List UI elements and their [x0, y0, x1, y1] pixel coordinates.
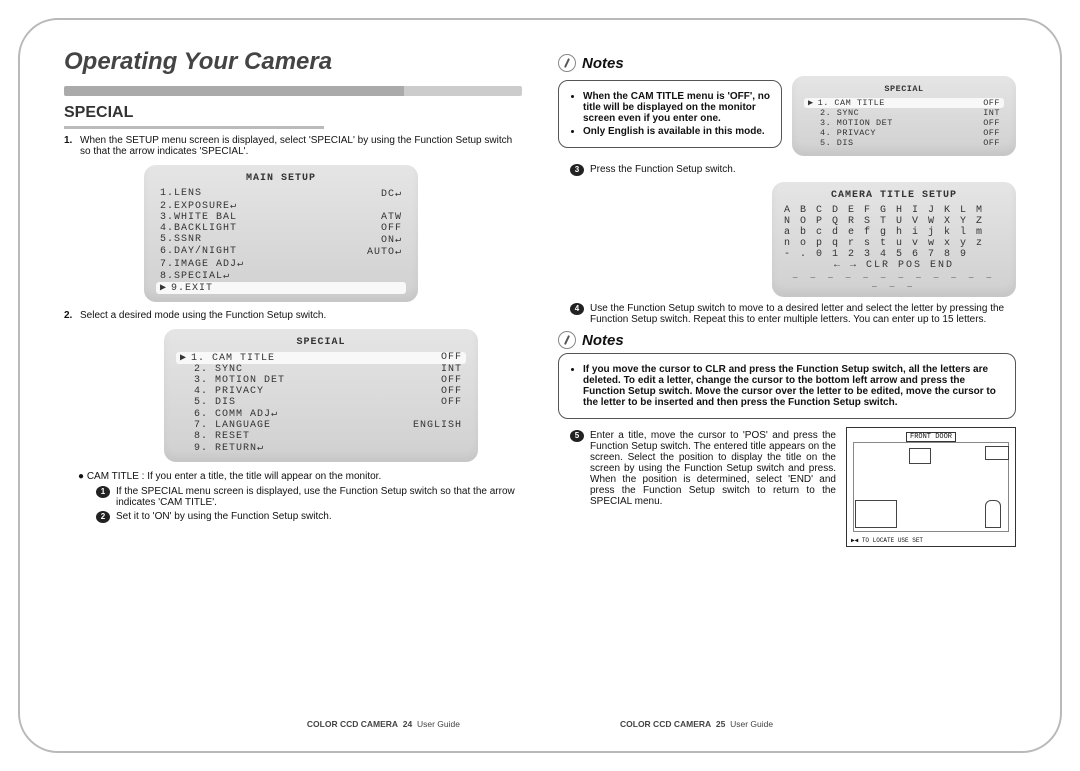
- content: Operating Your Camera SPECIAL 1. When th…: [20, 20, 1060, 751]
- room-desk-icon: [855, 500, 897, 528]
- right-column: Notes When the CAM TITLE menu is 'OFF', …: [558, 48, 1016, 735]
- step5-row: 5Enter a title, move the cursor to 'POS'…: [558, 427, 1016, 547]
- notes-header-top: Notes: [558, 54, 1016, 72]
- section-rule: [64, 126, 324, 129]
- step1-text: When the SETUP menu screen is displayed,…: [80, 135, 522, 157]
- cam-title-lead: ● CAM TITLE : If you enter a title, the …: [78, 470, 522, 483]
- osd-main-setup: MAIN SETUP 1.LENSDC↵ 2.EXPOSURE↵ 3.WHITE…: [144, 165, 418, 302]
- room-label: FRONT DOOR: [906, 432, 956, 442]
- notes-box-mid: If you move the cursor to CLR and press …: [558, 353, 1016, 419]
- sub-step-4: 4Use the Function Setup switch to move t…: [570, 303, 1016, 325]
- osd-special-mini: SPECIAL 1. CAM TITLEOFF 2. SYNCINT 3. MO…: [792, 76, 1016, 156]
- step2-text: Select a desired mode using the Function…: [80, 310, 326, 321]
- room-bottom-text: ▶◀ TO LOCATE USE SET: [851, 537, 923, 544]
- sub-step-1: 1If the SPECIAL menu screen is displayed…: [96, 486, 522, 508]
- notes-box-top: When the CAM TITLE menu is 'OFF', no tit…: [558, 80, 782, 148]
- room-illustration: FRONT DOOR ▶◀ TO LOCATE USE SET: [846, 427, 1016, 547]
- page-border: Operating Your Camera SPECIAL 1. When th…: [18, 18, 1062, 753]
- chapter-title: Operating Your Camera: [64, 48, 522, 76]
- room-person-icon: [985, 500, 1001, 528]
- section-title: SPECIAL: [64, 104, 522, 122]
- sub-step-3: 3Press the Function Setup switch.: [570, 164, 1016, 176]
- osd-camera-title-setup: CAMERA TITLE SETUP A B C D E F G H I J K…: [772, 182, 1016, 297]
- pin-icon: [558, 54, 576, 72]
- step-2: 2. Select a desired mode using the Funct…: [64, 310, 522, 321]
- osd-special-menu: SPECIAL 1. CAM TITLEOFF 2. SYNCINT 3. MO…: [164, 329, 478, 462]
- pin-icon: [558, 331, 576, 349]
- sub-step-2: 2Set it to 'ON' by using the Function Se…: [96, 511, 522, 523]
- chapter-rule: [64, 86, 522, 96]
- step-1: 1. When the SETUP menu screen is display…: [64, 135, 522, 157]
- notes-top-row: When the CAM TITLE menu is 'OFF', no tit…: [558, 76, 1016, 156]
- room-picture-icon: [909, 448, 931, 464]
- page: Operating Your Camera SPECIAL 1. When th…: [0, 0, 1080, 771]
- left-column: Operating Your Camera SPECIAL 1. When th…: [64, 48, 522, 735]
- room-camera-icon: [985, 446, 1009, 460]
- footer: COLOR CCD CAMERA 24 User Guide COLOR CCD…: [20, 719, 1060, 729]
- notes-header-mid: Notes: [558, 331, 1016, 349]
